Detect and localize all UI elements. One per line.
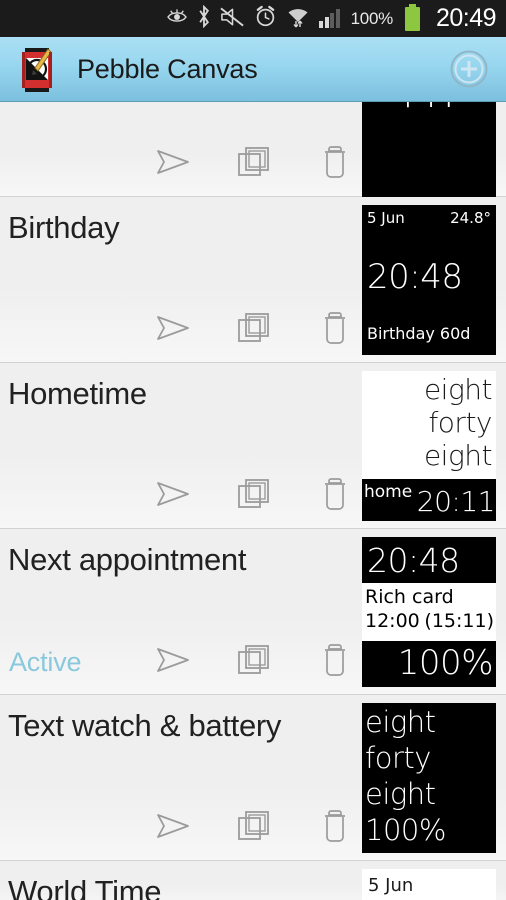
preview-home-bar: home 20:11 [362, 479, 496, 521]
send-icon[interactable] [154, 806, 192, 846]
send-icon[interactable] [154, 474, 192, 514]
preview-home-label: home [364, 482, 413, 502]
watchface-title: Text watch & battery [8, 708, 282, 743]
row-actions [154, 308, 354, 348]
battery-percent-label: 100% [350, 8, 394, 28]
duplicate-icon[interactable] [235, 142, 273, 182]
preview-word-1: eight [365, 705, 436, 739]
preview-ampm: 08:48 PM [362, 102, 496, 197]
watchface-title: Hometime [8, 376, 147, 411]
preview-word-1: eight [423, 373, 493, 406]
preview-event: Birthday 60d [367, 324, 471, 343]
wifi-icon [286, 6, 310, 32]
preview-birthday: 5 Jun 24.8° 20:48 Birthday 60d [362, 205, 496, 355]
row-actions [154, 640, 354, 680]
battery-icon [404, 3, 420, 31]
delete-icon[interactable] [316, 806, 354, 846]
watchface-list[interactable]: 08:48 PM Birthday [0, 102, 506, 900]
preview-time: 20:48 [367, 257, 463, 297]
preview-battery: 100% [397, 643, 494, 683]
watchface-title: Birthday [8, 210, 120, 245]
preview-home-time: 20:11 [416, 485, 496, 518]
preview-clock-band: 20:48 [362, 537, 496, 583]
preview-word-3: eight [423, 439, 493, 472]
delete-icon[interactable] [316, 474, 354, 514]
duplicate-icon[interactable] [235, 806, 273, 846]
watchface-preview[interactable]: 5 Jun [362, 869, 496, 900]
list-item[interactable]: World Time 5 Jun [0, 861, 506, 900]
send-icon[interactable] [154, 308, 192, 348]
list-item[interactable]: Hometime eight forty eight home 20:11 [0, 363, 506, 529]
send-icon[interactable] [154, 142, 192, 182]
preview-word-2: forty [365, 741, 431, 775]
watchface-preview[interactable]: 5 Jun 24.8° 20:48 Birthday 60d [362, 205, 496, 355]
preview-event-time: 12:00 [365, 610, 420, 632]
preview-date: 5 Jun [367, 209, 405, 227]
preview-event: Rich card [365, 586, 454, 608]
preview-word-clock: eight forty eight [362, 371, 496, 479]
add-icon [450, 50, 488, 88]
eye-icon [166, 8, 188, 30]
signal-icon [319, 8, 340, 28]
watchface-preview[interactable]: 08:48 PM [362, 102, 496, 197]
mute-icon [220, 6, 245, 32]
status-badge: Active [9, 647, 82, 677]
alarm-icon [254, 5, 277, 32]
app-title: Pebble Canvas [77, 53, 258, 84]
preview-event-until: (15:11) [424, 610, 494, 632]
preview-event-times: 12:00 (15:11) [365, 609, 494, 633]
watchface-preview[interactable]: 20:48 Rich card 12:00 (15:11) 100% [362, 537, 496, 687]
watchface-preview[interactable]: eight forty eight 100% [362, 703, 496, 853]
delete-icon[interactable] [316, 142, 354, 182]
preview-word-3: eight [365, 777, 436, 811]
list-item[interactable]: 08:48 PM [0, 102, 506, 197]
duplicate-icon[interactable] [235, 640, 273, 680]
row-actions [154, 474, 354, 514]
preview-temperature: 24.8° [450, 209, 491, 227]
duplicate-icon[interactable] [235, 308, 273, 348]
status-bar: 100% 20:49 [0, 0, 506, 37]
row-actions [154, 142, 354, 182]
preview-battery-band: 100% [362, 641, 496, 687]
preview-word-2: forty [428, 406, 492, 439]
bluetooth-icon [197, 4, 211, 32]
preview-world-time: 5 Jun [362, 869, 496, 900]
pebble-canvas-icon [19, 47, 57, 92]
row-actions [154, 806, 354, 846]
list-item[interactable]: Next appointment Active 20:48 Rich card … [0, 529, 506, 695]
preview-date: 5 Jun [368, 875, 414, 896]
preview-text-watch: eight forty eight 100% [362, 703, 496, 853]
delete-icon[interactable] [316, 640, 354, 680]
list-item[interactable]: Text watch & battery eight forty eight 1… [0, 695, 506, 861]
watchface-preview[interactable]: eight forty eight home 20:11 [362, 371, 496, 521]
add-button[interactable] [446, 46, 492, 92]
watchface-title: Next appointment [8, 542, 247, 577]
preview-topline: 5 Jun 24.8° [367, 209, 491, 227]
duplicate-icon[interactable] [235, 474, 273, 514]
status-bar-icons: 100% 20:49 [166, 3, 498, 33]
list-item[interactable]: Birthday 5 Jun 24.8° 20:48 Birthday 60d [0, 197, 506, 363]
preview-time: 20:48 [367, 541, 460, 580]
preview-appointment-band: Rich card 12:00 (15:11) [362, 583, 496, 641]
preview-battery: 100% [365, 813, 446, 847]
app-bar: Pebble Canvas [0, 37, 506, 102]
watchface-title: World Time [8, 874, 162, 900]
send-icon[interactable] [154, 640, 192, 680]
status-bar-clock: 20:49 [435, 4, 497, 32]
delete-icon[interactable] [316, 308, 354, 348]
preview-ampm-label: PM [362, 102, 496, 116]
